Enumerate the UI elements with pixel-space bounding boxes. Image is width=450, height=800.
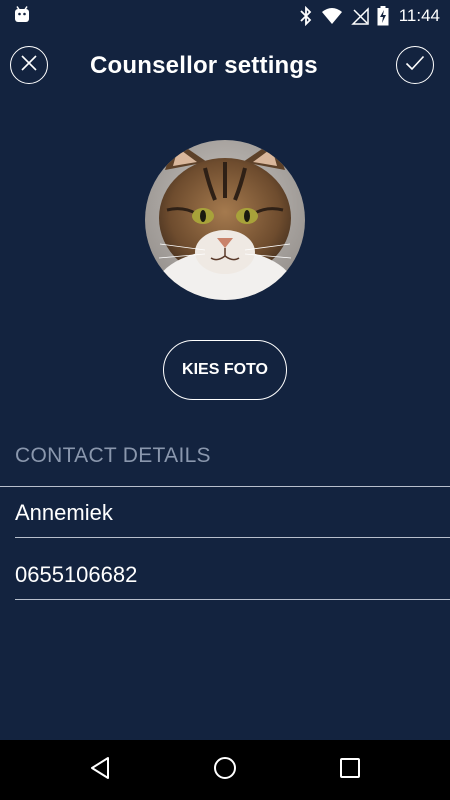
phone-field[interactable]: 0655106682 xyxy=(15,555,435,595)
page-title: Counsellor settings xyxy=(90,52,318,79)
status-bar: 11:44 xyxy=(0,0,450,32)
bluetooth-icon xyxy=(299,6,313,26)
no-sim-icon xyxy=(350,7,369,25)
pick-photo-button[interactable]: KIES FOTO xyxy=(163,340,287,400)
recents-icon xyxy=(339,757,361,784)
close-button[interactable] xyxy=(10,46,48,84)
phone-field-underline xyxy=(15,599,450,600)
home-icon xyxy=(213,756,237,785)
navigation-bar xyxy=(0,740,450,800)
section-title-contact-details: CONTACT DETAILS xyxy=(15,444,211,467)
confirm-button[interactable] xyxy=(396,46,434,84)
back-icon xyxy=(89,756,111,785)
recents-button[interactable] xyxy=(336,756,364,784)
avatar xyxy=(145,140,305,300)
cat-photo xyxy=(145,140,305,300)
android-icon xyxy=(12,6,32,24)
top-bar: Counsellor settings xyxy=(0,42,450,90)
wifi-icon xyxy=(321,7,343,25)
section-divider xyxy=(0,486,450,487)
status-time: 11:44 xyxy=(398,6,440,25)
home-button[interactable] xyxy=(211,756,239,784)
name-field-underline xyxy=(15,537,450,538)
name-field[interactable]: Annemiek xyxy=(15,493,435,533)
back-button[interactable] xyxy=(86,756,114,784)
close-icon xyxy=(20,54,38,77)
battery-charging-icon xyxy=(377,6,389,26)
checkmark-icon xyxy=(405,55,425,76)
